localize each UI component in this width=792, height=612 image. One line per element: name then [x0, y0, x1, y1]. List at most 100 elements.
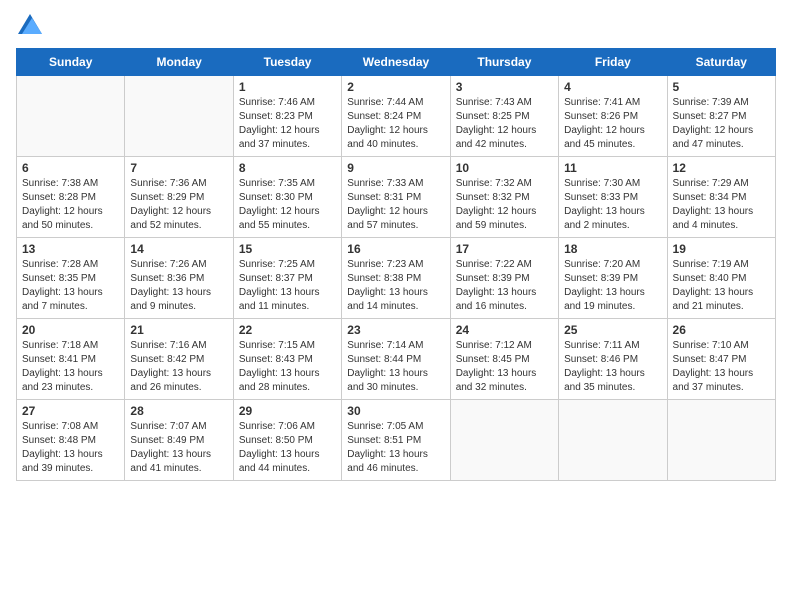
- day-info: Sunrise: 7:14 AM Sunset: 8:44 PM Dayligh…: [347, 339, 444, 395]
- calendar-cell: 6 Sunrise: 7:38 AM Sunset: 8:28 PM Daylig…: [17, 157, 125, 238]
- calendar-cell: 17Sunrise: 7:22 AM Sunset: 8:39 PM Dayli…: [450, 238, 558, 319]
- day-info: Sunrise: 7:05 AM Sunset: 8:51 PM Dayligh…: [347, 420, 444, 476]
- day-info: Sunrise: 7:25 AM Sunset: 8:37 PM Dayligh…: [239, 258, 336, 314]
- calendar-cell: 5 Sunrise: 7:39 AM Sunset: 8:27 PM Daylig…: [667, 76, 775, 157]
- day-number: 13: [22, 242, 119, 256]
- day-info: Sunrise: 7:30 AM Sunset: 8:33 PM Dayligh…: [564, 177, 661, 233]
- calendar-cell: 7 Sunrise: 7:36 AM Sunset: 8:29 PM Daylig…: [125, 157, 233, 238]
- day-number: 12: [673, 161, 770, 175]
- day-info: Sunrise: 7:10 AM Sunset: 8:47 PM Dayligh…: [673, 339, 770, 395]
- day-number: 4: [564, 80, 661, 94]
- day-number: 19: [673, 242, 770, 256]
- calendar-cell: 21 Sunrise: 7:16 AM Sunset: 8:42 PM Dayli…: [125, 319, 233, 400]
- day-number: 21: [130, 323, 227, 337]
- calendar-cell: 27Sunrise: 7:08 AM Sunset: 8:48 PM Dayli…: [17, 400, 125, 481]
- calendar-cell: [125, 76, 233, 157]
- day-info: Sunrise: 7:46 AM Sunset: 8:23 PM Dayligh…: [239, 96, 336, 152]
- calendar-cell: [450, 400, 558, 481]
- day-number: 23: [347, 323, 444, 337]
- calendar-cell: 29Sunrise: 7:06 AM Sunset: 8:50 PM Dayli…: [233, 400, 341, 481]
- day-info: Sunrise: 7:18 AM Sunset: 8:41 PM Dayligh…: [22, 339, 119, 395]
- day-info: Sunrise: 7:33 AM Sunset: 8:31 PM Dayligh…: [347, 177, 444, 233]
- day-number: 9: [347, 161, 444, 175]
- day-info: Sunrise: 7:20 AM Sunset: 8:39 PM Dayligh…: [564, 258, 661, 314]
- weekday-header-saturday: Saturday: [667, 49, 775, 76]
- day-info: Sunrise: 7:23 AM Sunset: 8:38 PM Dayligh…: [347, 258, 444, 314]
- calendar-cell: 3 Sunrise: 7:43 AM Sunset: 8:25 PM Daylig…: [450, 76, 558, 157]
- day-info: Sunrise: 7:22 AM Sunset: 8:39 PM Dayligh…: [456, 258, 553, 314]
- calendar-cell: 8 Sunrise: 7:35 AM Sunset: 8:30 PM Daylig…: [233, 157, 341, 238]
- day-number: 3: [456, 80, 553, 94]
- day-info: Sunrise: 7:08 AM Sunset: 8:48 PM Dayligh…: [22, 420, 119, 476]
- calendar-cell: 28 Sunrise: 7:07 AM Sunset: 8:49 PM Dayli…: [125, 400, 233, 481]
- day-info: Sunrise: 7:07 AM Sunset: 8:49 PM Dayligh…: [130, 420, 227, 476]
- calendar-cell: 26 Sunrise: 7:10 AM Sunset: 8:47 PM Dayli…: [667, 319, 775, 400]
- day-number: 24: [456, 323, 553, 337]
- calendar-cell: 4 Sunrise: 7:41 AM Sunset: 8:26 PM Daylig…: [559, 76, 667, 157]
- day-info: Sunrise: 7:26 AM Sunset: 8:36 PM Dayligh…: [130, 258, 227, 314]
- day-number: 16: [347, 242, 444, 256]
- day-info: Sunrise: 7:32 AM Sunset: 8:32 PM Dayligh…: [456, 177, 553, 233]
- calendar-week-row: 1 Sunrise: 7:46 AM Sunset: 8:23 PM Daylig…: [17, 76, 776, 157]
- day-number: 8: [239, 161, 336, 175]
- weekday-header-tuesday: Tuesday: [233, 49, 341, 76]
- day-info: Sunrise: 7:11 AM Sunset: 8:46 PM Dayligh…: [564, 339, 661, 395]
- day-number: 30: [347, 404, 444, 418]
- day-number: 15: [239, 242, 336, 256]
- calendar-cell: 11 Sunrise: 7:30 AM Sunset: 8:33 PM Dayli…: [559, 157, 667, 238]
- weekday-header-thursday: Thursday: [450, 49, 558, 76]
- calendar-cell: 25Sunrise: 7:11 AM Sunset: 8:46 PM Dayli…: [559, 319, 667, 400]
- day-number: 28: [130, 404, 227, 418]
- calendar-cell: 1 Sunrise: 7:46 AM Sunset: 8:23 PM Daylig…: [233, 76, 341, 157]
- logo-icon: [18, 14, 42, 34]
- calendar-week-row: 13 Sunrise: 7:28 AM Sunset: 8:35 PM Dayli…: [17, 238, 776, 319]
- day-number: 26: [673, 323, 770, 337]
- day-number: 6: [22, 161, 119, 175]
- day-number: 14: [130, 242, 227, 256]
- calendar-cell: 10 Sunrise: 7:32 AM Sunset: 8:32 PM Dayli…: [450, 157, 558, 238]
- calendar-cell: 2Sunrise: 7:44 AM Sunset: 8:24 PM Daylig…: [342, 76, 450, 157]
- calendar-cell: 22Sunrise: 7:15 AM Sunset: 8:43 PM Dayli…: [233, 319, 341, 400]
- calendar-cell: 12 Sunrise: 7:29 AM Sunset: 8:34 PM Dayli…: [667, 157, 775, 238]
- day-number: 2: [347, 80, 444, 94]
- calendar-week-row: 20 Sunrise: 7:18 AM Sunset: 8:41 PM Dayli…: [17, 319, 776, 400]
- calendar-cell: [559, 400, 667, 481]
- day-info: Sunrise: 7:29 AM Sunset: 8:34 PM Dayligh…: [673, 177, 770, 233]
- calendar-cell: 30 Sunrise: 7:05 AM Sunset: 8:51 PM Dayli…: [342, 400, 450, 481]
- weekday-header-row: SundayMondayTuesdayWednesdayThursdayFrid…: [17, 49, 776, 76]
- calendar-cell: 18 Sunrise: 7:20 AM Sunset: 8:39 PM Dayli…: [559, 238, 667, 319]
- day-info: Sunrise: 7:15 AM Sunset: 8:43 PM Dayligh…: [239, 339, 336, 395]
- day-info: Sunrise: 7:36 AM Sunset: 8:29 PM Dayligh…: [130, 177, 227, 233]
- calendar-week-row: 6 Sunrise: 7:38 AM Sunset: 8:28 PM Daylig…: [17, 157, 776, 238]
- weekday-header-monday: Monday: [125, 49, 233, 76]
- day-info: Sunrise: 7:35 AM Sunset: 8:30 PM Dayligh…: [239, 177, 336, 233]
- calendar-cell: 24Sunrise: 7:12 AM Sunset: 8:45 PM Dayli…: [450, 319, 558, 400]
- day-info: Sunrise: 7:28 AM Sunset: 8:35 PM Dayligh…: [22, 258, 119, 314]
- day-number: 5: [673, 80, 770, 94]
- day-number: 10: [456, 161, 553, 175]
- day-info: Sunrise: 7:41 AM Sunset: 8:26 PM Dayligh…: [564, 96, 661, 152]
- day-info: Sunrise: 7:06 AM Sunset: 8:50 PM Dayligh…: [239, 420, 336, 476]
- day-info: Sunrise: 7:19 AM Sunset: 8:40 PM Dayligh…: [673, 258, 770, 314]
- day-number: 11: [564, 161, 661, 175]
- calendar-cell: [667, 400, 775, 481]
- weekday-header-sunday: Sunday: [17, 49, 125, 76]
- calendar-cell: [17, 76, 125, 157]
- calendar-table: SundayMondayTuesdayWednesdayThursdayFrid…: [16, 48, 776, 481]
- day-number: 7: [130, 161, 227, 175]
- calendar-cell: 19 Sunrise: 7:19 AM Sunset: 8:40 PM Dayli…: [667, 238, 775, 319]
- day-number: 20: [22, 323, 119, 337]
- day-number: 1: [239, 80, 336, 94]
- calendar-cell: 20 Sunrise: 7:18 AM Sunset: 8:41 PM Dayli…: [17, 319, 125, 400]
- calendar-cell: 15 Sunrise: 7:25 AM Sunset: 8:37 PM Dayli…: [233, 238, 341, 319]
- calendar-cell: 14 Sunrise: 7:26 AM Sunset: 8:36 PM Dayli…: [125, 238, 233, 319]
- weekday-header-wednesday: Wednesday: [342, 49, 450, 76]
- day-number: 18: [564, 242, 661, 256]
- day-info: Sunrise: 7:38 AM Sunset: 8:28 PM Dayligh…: [22, 177, 119, 233]
- calendar-cell: 13 Sunrise: 7:28 AM Sunset: 8:35 PM Dayli…: [17, 238, 125, 319]
- day-info: Sunrise: 7:39 AM Sunset: 8:27 PM Dayligh…: [673, 96, 770, 152]
- day-info: Sunrise: 7:43 AM Sunset: 8:25 PM Dayligh…: [456, 96, 553, 152]
- page-header: [16, 16, 776, 36]
- day-info: Sunrise: 7:16 AM Sunset: 8:42 PM Dayligh…: [130, 339, 227, 395]
- calendar-cell: 9 Sunrise: 7:33 AM Sunset: 8:31 PM Daylig…: [342, 157, 450, 238]
